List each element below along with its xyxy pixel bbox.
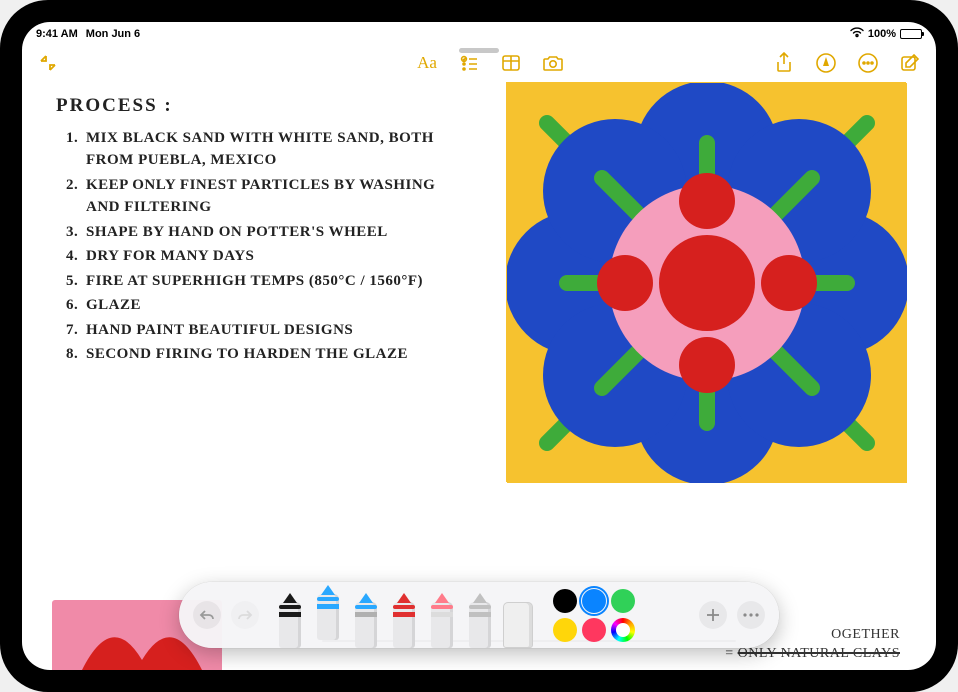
handwritten-list-item: 6.GLAZE xyxy=(66,294,446,317)
handwritten-list-item: 5.FIRE AT SUPERHIGH TEMPS (850°C / 1560°… xyxy=(66,270,446,293)
color-red[interactable] xyxy=(582,618,606,642)
handwritten-list-item: 1.MIX BLACK SAND WITH WHITE SAND, BOTH F… xyxy=(66,127,446,172)
markup-toolbar xyxy=(179,582,779,648)
battery-pct: 100% xyxy=(868,28,896,40)
handwritten-list-item: 2.KEEP ONLY FINEST PARTICLES BY WASHING … xyxy=(66,174,446,219)
status-date: Mon Jun 6 xyxy=(86,28,140,40)
more-button[interactable] xyxy=(856,51,880,75)
note-heading: PROCESS : xyxy=(56,92,446,121)
markup-more-button[interactable] xyxy=(737,601,765,629)
share-button[interactable] xyxy=(772,51,796,75)
handwritten-list-item: 4.DRY FOR MANY DAYS xyxy=(66,245,446,268)
wifi-icon xyxy=(850,27,864,41)
color-blue[interactable] xyxy=(582,589,606,613)
status-bar: 9:41 AM Mon Jun 6 100% xyxy=(22,22,936,44)
redo-button[interactable] xyxy=(231,601,259,629)
tool-eraser[interactable] xyxy=(425,592,459,648)
exit-fullscreen-button[interactable] xyxy=(36,51,60,75)
notes-toolbar: Aa xyxy=(22,44,936,82)
handwritten-list-item: 3.SHAPE BY HAND ON POTTER'S WHEEL xyxy=(66,221,446,244)
status-time: 9:41 AM xyxy=(36,28,78,40)
undo-button[interactable] xyxy=(193,601,221,629)
tool-lasso[interactable] xyxy=(463,592,497,648)
table-button[interactable] xyxy=(499,51,523,75)
compose-button[interactable] xyxy=(898,51,922,75)
ipad-frame: 9:41 AM Mon Jun 6 100% Aa xyxy=(0,0,958,692)
color-black[interactable] xyxy=(553,589,577,613)
add-button[interactable] xyxy=(699,601,727,629)
handwriting-button[interactable] xyxy=(814,51,838,75)
tool-pencil[interactable] xyxy=(349,592,383,648)
color-green[interactable] xyxy=(611,589,635,613)
screen: 9:41 AM Mon Jun 6 100% Aa xyxy=(22,22,936,670)
tool-row xyxy=(273,582,535,648)
tool-crayon[interactable] xyxy=(387,592,421,648)
format-text-button[interactable]: Aa xyxy=(415,51,439,75)
tool-marker[interactable] xyxy=(311,584,345,640)
color-palette xyxy=(553,589,635,642)
tool-pen[interactable] xyxy=(273,592,307,648)
color-yellow[interactable] xyxy=(553,618,577,642)
battery-icon xyxy=(900,29,922,39)
sketch-tile[interactable] xyxy=(506,82,906,482)
handwritten-list-item: 8.SECOND FIRING TO HARDEN THE GLAZE xyxy=(66,343,446,366)
handwritten-list-item: 7.HAND PAINT BEAUTIFUL DESIGNS xyxy=(66,319,446,342)
camera-button[interactable] xyxy=(541,51,565,75)
color-picker[interactable] xyxy=(611,618,635,642)
checklist-button[interactable] xyxy=(457,51,481,75)
tool-ruler[interactable] xyxy=(501,592,535,648)
